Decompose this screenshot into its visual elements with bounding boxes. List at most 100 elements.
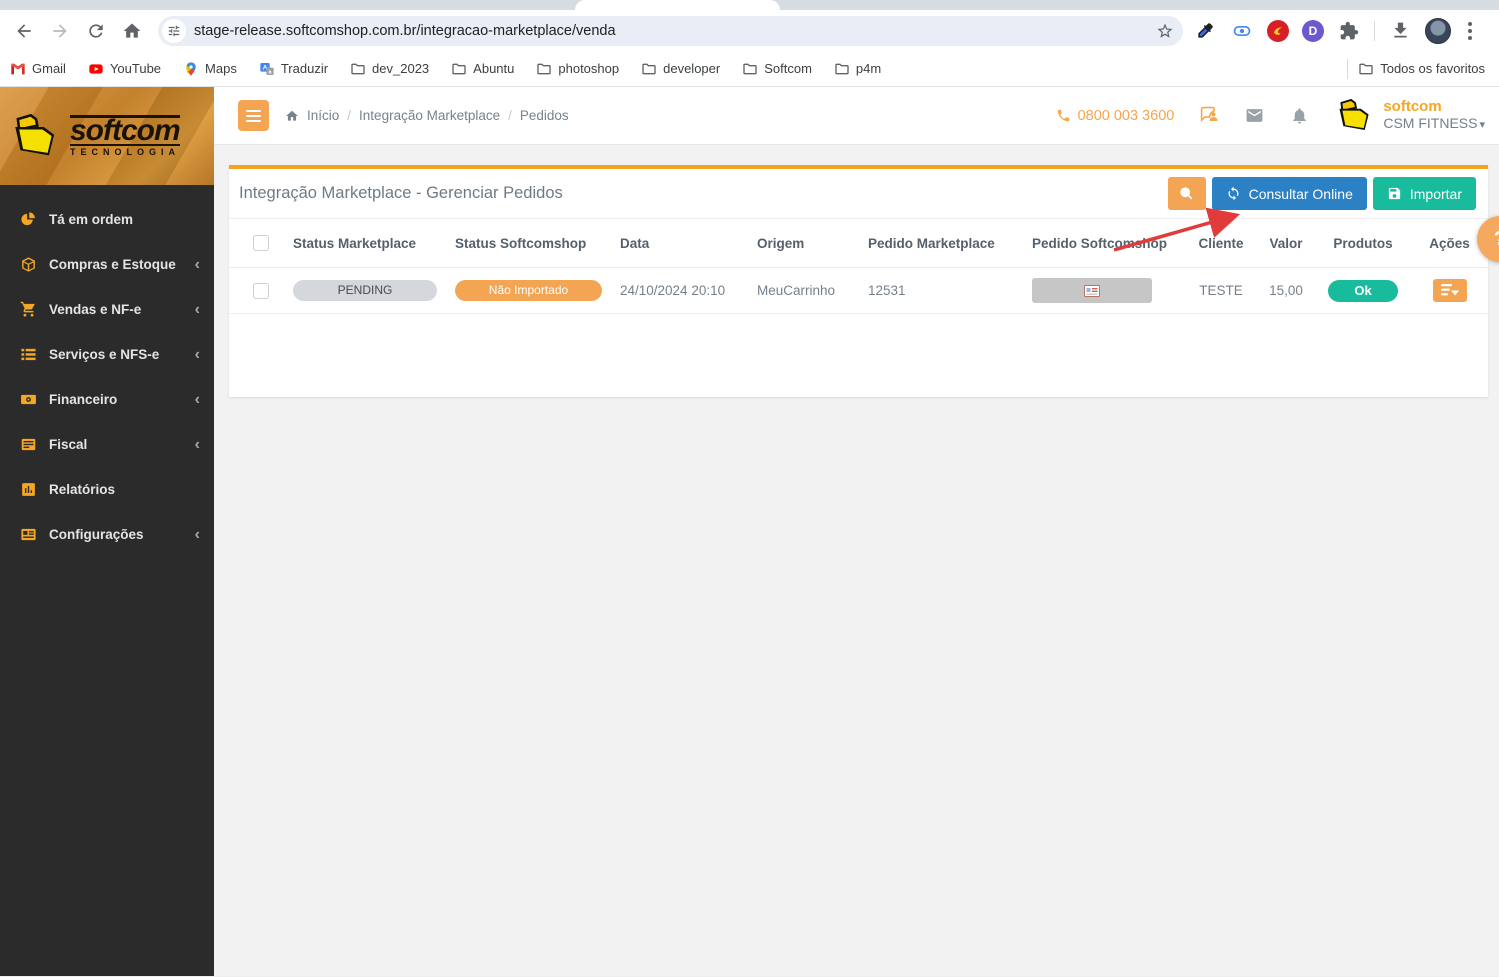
chevron-left-icon: ‹ [194, 300, 200, 318]
sidebar-item-relatorios[interactable]: Relatórios [0, 467, 214, 512]
box-icon [22, 257, 35, 272]
profile-avatar[interactable] [1425, 17, 1451, 44]
account-menu[interactable]: softcom CSM FITNESS ▾ [1335, 98, 1485, 133]
bookmark-folder-p4m[interactable]: p4m [834, 61, 881, 77]
translate-icon: Aa [260, 62, 274, 75]
sidebar-item-compras-e-estoque[interactable]: Compras e Estoque ‹ [0, 242, 214, 287]
search-icon [1180, 187, 1193, 200]
sidebar-menu: Tá em ordem Compras e Estoque ‹ Vendas e… [0, 185, 214, 557]
sidebar-toggle-button[interactable] [238, 100, 269, 131]
importar-button[interactable]: Importar [1372, 177, 1476, 210]
search-button[interactable] [1167, 177, 1206, 210]
home-icon [286, 110, 298, 121]
breadcrumb-integracao[interactable]: Integração Marketplace [359, 108, 500, 123]
cell-data: 24/10/2024 20:10 [620, 283, 726, 298]
d-extension-icon[interactable]: D [1302, 19, 1324, 42]
breadcrumb: Início / Integração Marketplace / Pedido… [285, 108, 569, 123]
forward-arrow-icon [53, 23, 67, 38]
account-folder-icon [1339, 99, 1369, 131]
maps-icon [186, 61, 196, 76]
bookmark-folder-developer[interactable]: developer [641, 61, 720, 77]
page-content: Integração Marketplace - Gerenciar Pedid… [214, 145, 1499, 976]
sync-icon [1228, 186, 1239, 201]
active-tab[interactable] [575, 0, 780, 10]
url-bar[interactable]: stage-release.softcomshop.com.br/integra… [158, 15, 1183, 46]
forward-button[interactable] [44, 15, 76, 47]
page-title: Integração Marketplace - Gerenciar Pedid… [239, 184, 563, 202]
tab-strip[interactable] [0, 0, 1499, 10]
all-favorites-button[interactable]: Todos os favoritos [1358, 61, 1485, 77]
bookmark-folder-abuntu[interactable]: Abuntu [451, 61, 514, 77]
chevron-left-icon: ‹ [194, 345, 200, 363]
col-cliente: Cliente [1198, 235, 1244, 251]
cell-valor: 15,00 [1269, 283, 1303, 298]
logo-wordmark: softcom [70, 114, 181, 147]
youtube-icon [89, 63, 103, 74]
bookmarks-bar: Gmail YouTube Maps Aa Traduzir dev_2023 A… [0, 51, 1499, 87]
softcom-extension-icon[interactable] [1267, 19, 1289, 42]
mail-icon[interactable] [1245, 106, 1264, 125]
bookmarks-separator [1347, 58, 1349, 79]
bookmark-maps[interactable]: Maps [183, 61, 237, 77]
browser-chrome: stage-release.softcomshop.com.br/integra… [0, 0, 1499, 87]
account-name: softcom [1383, 98, 1442, 115]
newspaper-icon [21, 528, 36, 541]
list-icon [21, 348, 36, 361]
bookmark-youtube[interactable]: YouTube [88, 61, 161, 77]
bookmark-folder-dev2023[interactable]: dev_2023 [350, 61, 429, 77]
row-checkbox[interactable] [253, 282, 269, 299]
pedido-softcomshop-button[interactable] [1032, 278, 1152, 303]
id-card-icon [1084, 284, 1100, 297]
sidebar-logo[interactable]: softcom TECNOLOGIA [0, 87, 214, 185]
sidebar-item-fiscal[interactable]: Fiscal ‹ [0, 422, 214, 467]
col-produtos: Produtos [1333, 235, 1393, 251]
notifications-bell-icon[interactable] [1290, 106, 1309, 125]
breadcrumb-pedidos[interactable]: Pedidos [520, 108, 569, 123]
sidebar-item-servicos-e-nfse[interactable]: Serviços e NFS-e ‹ [0, 332, 214, 377]
site-settings-icon[interactable] [162, 18, 186, 43]
home-button[interactable] [116, 15, 148, 47]
actions-menu-icon [1440, 284, 1459, 296]
cell-origem: MeuCarrinho [757, 283, 836, 298]
status-marketplace-badge: PENDING [293, 280, 437, 301]
softcom-folder-icon [15, 114, 55, 156]
app-header: Início / Integração Marketplace / Pedido… [214, 87, 1499, 145]
consultar-online-button[interactable]: Consultar Online [1211, 177, 1367, 210]
folder-icon [743, 63, 757, 74]
bookmark-star-icon[interactable] [1153, 19, 1177, 43]
gmail-icon [11, 63, 25, 74]
money-icon [21, 394, 36, 405]
toolbar-separator [1374, 20, 1375, 41]
bookmark-folder-softcom[interactable]: Softcom [742, 61, 812, 77]
url-text[interactable]: stage-release.softcomshop.com.br/integra… [194, 23, 1153, 39]
orders-panel: Integração Marketplace - Gerenciar Pedid… [229, 165, 1488, 397]
select-all-checkbox[interactable] [253, 235, 269, 251]
cell-pedido-marketplace: 12531 [868, 283, 906, 298]
tab-capture-extension-icon[interactable] [1230, 19, 1254, 43]
sidebar-item-vendas-e-nfe[interactable]: Vendas e NF-e ‹ [0, 287, 214, 332]
col-pedido-softcomshop: Pedido Softcomshop [1032, 235, 1167, 251]
bookmark-translate[interactable]: Aa Traduzir [259, 61, 328, 77]
reload-button[interactable] [80, 15, 112, 47]
chat-support-icon[interactable] [1200, 106, 1219, 125]
col-status-softcomshop: Status Softcomshop [455, 235, 587, 251]
chevron-left-icon: ‹ [194, 525, 200, 543]
sidebar-item-ta-em-ordem[interactable]: Tá em ordem [0, 197, 214, 242]
extensions-puzzle-icon[interactable] [1337, 19, 1361, 43]
eyedropper-extension-icon[interactable] [1193, 19, 1217, 43]
breadcrumb-home[interactable]: Início [307, 108, 339, 123]
row-actions-button[interactable] [1432, 279, 1467, 302]
back-button[interactable] [8, 15, 40, 47]
bookmark-folder-photoshop[interactable]: photoshop [536, 61, 619, 77]
col-status-marketplace: Status Marketplace [293, 235, 417, 251]
save-icon [1388, 187, 1400, 200]
document-icon [21, 438, 36, 451]
browser-menu-icon[interactable] [1464, 18, 1476, 44]
support-phone[interactable]: 0800 003 3600 [1056, 108, 1174, 124]
account-company: CSM FITNESS [1383, 115, 1478, 131]
reload-icon [89, 23, 103, 38]
downloads-icon[interactable] [1388, 19, 1412, 43]
sidebar-item-financeiro[interactable]: Financeiro ‹ [0, 377, 214, 422]
bookmark-gmail[interactable]: Gmail [10, 61, 66, 77]
sidebar-item-configuracoes[interactable]: Configurações ‹ [0, 512, 214, 557]
